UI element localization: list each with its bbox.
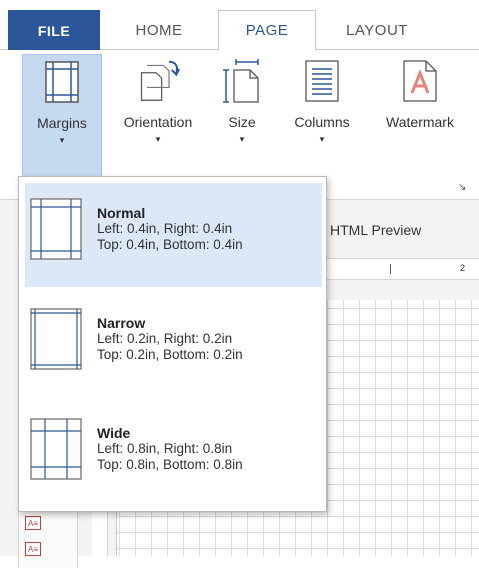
margin-narrow-icon: [29, 307, 83, 371]
margins-dropdown-menu: Normal Left: 0.4in, Right: 0.4in Top: 0.…: [18, 176, 327, 512]
margins-button[interactable]: Margins ▾: [22, 54, 102, 182]
margin-option-narrow[interactable]: Narrow Left: 0.2in, Right: 0.2in Top: 0.…: [25, 293, 322, 397]
size-button[interactable]: Size ▾: [212, 54, 272, 182]
ruler-number: 2: [460, 263, 466, 273]
ruler-tick: [390, 264, 391, 274]
margin-option-lr: Left: 0.8in, Right: 0.8in: [97, 441, 233, 456]
watermark-label: Watermark: [386, 114, 454, 130]
size-label: Size: [228, 114, 256, 130]
margin-option-normal[interactable]: Normal Left: 0.4in, Right: 0.4in Top: 0.…: [25, 183, 322, 287]
watermark-button[interactable]: Watermark: [370, 54, 470, 182]
tab-html-preview[interactable]: HTML Preview: [330, 222, 421, 238]
tab-layout[interactable]: LAYOUT: [318, 10, 436, 51]
margin-option-lr: Left: 0.2in, Right: 0.2in: [97, 331, 233, 346]
heading-style-icon[interactable]: A≡: [25, 516, 41, 530]
columns-label: Columns: [294, 114, 350, 130]
chevron-down-icon: ▾: [155, 134, 161, 144]
margins-label: Margins: [37, 115, 87, 131]
watermark-icon: [398, 54, 442, 108]
dialog-launcher-icon[interactable]: ↘: [458, 182, 466, 193]
columns-button[interactable]: Columns ▾: [280, 54, 364, 182]
chevron-down-icon: ▾: [239, 134, 245, 144]
chevron-down-icon: ▾: [59, 135, 65, 145]
orientation-button[interactable]: Orientation ▾: [110, 54, 206, 182]
margin-normal-icon: [29, 197, 83, 261]
heading-style-icon[interactable]: A≡: [25, 542, 41, 556]
margin-option-lr: Left: 0.4in, Right: 0.4in: [97, 221, 233, 236]
margin-option-title: Wide: [97, 425, 131, 441]
margin-option-title: Normal: [97, 205, 146, 221]
margin-option-tb: Top: 0.8in, Bottom: 0.8in: [97, 457, 243, 472]
margin-wide-icon: [29, 417, 83, 481]
tab-file[interactable]: FILE: [8, 10, 100, 51]
tab-home[interactable]: HOME: [100, 10, 218, 51]
margins-icon: [40, 55, 84, 109]
margin-option-tb: Top: 0.2in, Bottom: 0.2in: [97, 347, 243, 362]
columns-icon: [300, 54, 344, 108]
margin-option-title: Narrow: [97, 315, 146, 331]
margin-option-wide[interactable]: Wide Left: 0.8in, Right: 0.8in Top: 0.8i…: [25, 403, 322, 507]
orientation-label: Orientation: [123, 114, 193, 130]
orientation-icon: [136, 54, 180, 108]
size-icon: [220, 54, 264, 108]
tab-page[interactable]: PAGE: [218, 10, 316, 51]
ribbon-tab-bar: FILE HOME PAGE LAYOUT: [0, 0, 479, 51]
chevron-down-icon: ▾: [319, 134, 325, 144]
margin-option-tb: Top: 0.4in, Bottom: 0.4in: [97, 237, 243, 252]
